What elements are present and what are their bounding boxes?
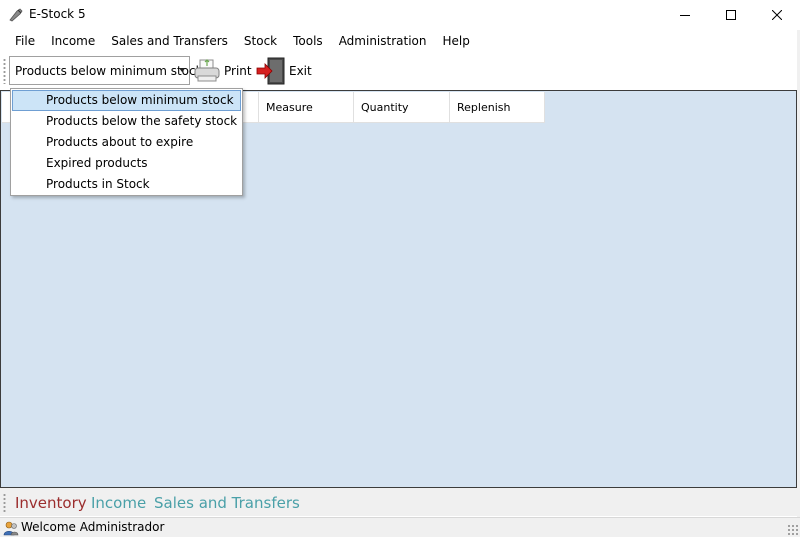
dropdown-option-below-minimum[interactable]: Products below minimum stock — [12, 90, 241, 111]
tabs-grip[interactable] — [3, 493, 6, 513]
report-type-value: Products below minimum stock — [15, 64, 203, 78]
menu-administration[interactable]: Administration — [331, 30, 435, 52]
grid-column-quantity[interactable]: Quantity — [354, 92, 450, 123]
grid-column-replenish[interactable]: Replenish — [450, 92, 545, 123]
dropdown-option-about-to-expire[interactable]: Products about to expire — [12, 132, 241, 153]
maximize-icon — [726, 10, 736, 20]
exit-door-icon — [256, 57, 285, 84]
resize-grip[interactable] — [787, 524, 798, 535]
minimize-icon — [680, 15, 690, 16]
dropdown-option-below-safety[interactable]: Products below the safety stock — [12, 111, 241, 132]
menu-bar: File Income Sales and Transfers Stock To… — [0, 30, 800, 52]
status-bar: Welcome Administrador — [0, 517, 800, 537]
toolbar-grip[interactable] — [3, 58, 6, 84]
menu-help[interactable]: Help — [435, 30, 478, 52]
close-button[interactable] — [754, 0, 800, 30]
menu-tools[interactable]: Tools — [285, 30, 331, 52]
users-icon — [3, 521, 19, 536]
status-welcome-text: Welcome Administrador — [21, 520, 165, 534]
report-type-combobox[interactable]: Products below minimum stock — [9, 56, 203, 85]
tab-sales-and-transfers[interactable]: Sales and Transfers — [154, 493, 300, 513]
dropdown-option-expired[interactable]: Expired products — [12, 153, 241, 174]
maximize-button[interactable] — [708, 0, 754, 30]
report-type-dropdown: Products below minimum stock Products be… — [10, 88, 243, 196]
module-tabs: Inventory Income Sales and Transfers — [0, 488, 800, 516]
close-icon — [772, 10, 782, 20]
menu-file[interactable]: File — [7, 30, 43, 52]
window-title: E-Stock 5 — [29, 7, 86, 21]
menu-stock[interactable]: Stock — [236, 30, 285, 52]
menu-sales-and-transfers[interactable]: Sales and Transfers — [103, 30, 236, 52]
minimize-button[interactable] — [662, 0, 708, 30]
chevron-down-icon — [179, 68, 185, 72]
dropdown-option-in-stock[interactable]: Products in Stock — [12, 174, 241, 195]
printer-icon — [194, 58, 220, 81]
title-bar: E-Stock 5 — [0, 0, 800, 30]
print-button[interactable]: Print — [193, 56, 252, 85]
tab-income[interactable]: Income — [91, 493, 146, 513]
print-label: Print — [224, 63, 252, 78]
menu-income[interactable]: Income — [43, 30, 103, 52]
exit-button[interactable]: Exit — [256, 56, 312, 85]
app-logo-icon — [9, 8, 23, 22]
tab-inventory[interactable]: Inventory — [15, 493, 87, 513]
toolbar: Products below minimum stock Print Exit — [0, 52, 800, 90]
exit-label: Exit — [289, 63, 312, 78]
grid-column-measure[interactable]: Measure — [259, 92, 354, 123]
